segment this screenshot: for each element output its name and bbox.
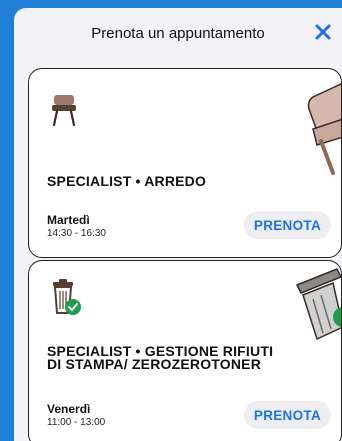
appointment-card[interactable]: SPECIALIST • GESTIONE RIFIUTI DI STAMPA/… [28,260,342,441]
chair-icon [51,93,77,132]
prenota-button[interactable]: PRENOTA [243,211,331,239]
appointment-day: Martedì [47,213,90,227]
appointment-time: 14:30 - 16:30 [47,228,106,239]
appointment-name: SPECIALIST • ARREDO [47,173,207,189]
appointment-day: Venerdì [47,402,91,416]
recycle-bin-icon [51,279,85,322]
sheet-header: Prenota un appuntamento [14,8,342,58]
chair-illustration-icon [299,79,341,180]
appointment-name: SPECIALIST • GESTIONE RIFIUTI DI STAMPA/… [47,343,274,372]
page-title: Prenota un appuntamento [91,24,265,42]
close-icon[interactable] [312,21,334,43]
prenota-button[interactable]: PRENOTA [243,401,331,429]
appointment-card[interactable]: SPECIALIST • ARREDO Martedì 14:30 - 16:3… [28,68,342,258]
recycle-bin-illustration-icon [293,267,341,352]
booking-sheet: Prenota un appuntamento SPECIALIST • ARR… [14,8,342,441]
appointment-time: 11:00 - 13:00 [47,417,106,428]
